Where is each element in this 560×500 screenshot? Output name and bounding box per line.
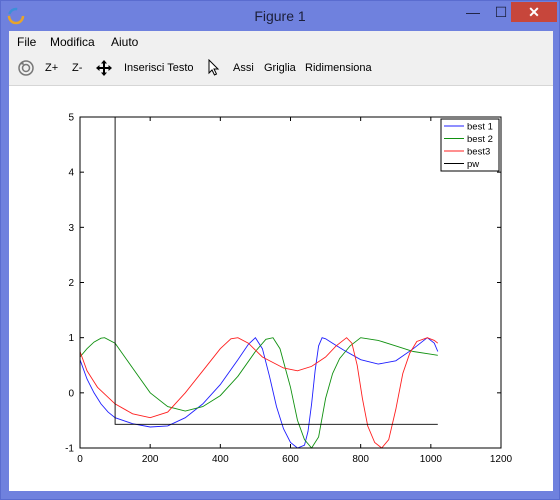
menu-modifica[interactable]: Modifica [50, 35, 95, 49]
y-tick-label: 2 [68, 278, 74, 289]
axes-button[interactable]: Assi [233, 62, 254, 74]
x-tick-label: 0 [77, 454, 83, 465]
toolbar: Z+ Z- Inserisci Testo Assi Griglia Ridim… [9, 53, 553, 86]
y-axis-ticks: -1 0 1 2 3 4 5 [65, 113, 501, 455]
pan-move-icon[interactable] [95, 59, 113, 77]
rotate-icon[interactable] [17, 59, 35, 77]
zoom-out-button[interactable]: Z- [72, 62, 82, 74]
x-tick-label: 1200 [490, 454, 513, 465]
series-line-best2 [79, 337, 438, 449]
legend-label-best2: best 2 [467, 134, 493, 145]
line-chart: 0 200 400 600 800 1000 1200 -1012345 best 1bes… [65, 113, 513, 466]
x-tick-label: 200 [142, 454, 159, 465]
x-tick-label: 1000 [420, 454, 443, 465]
insert-text-button[interactable]: Inserisci Testo [124, 62, 194, 74]
x-tick-label: 400 [212, 454, 229, 465]
title-bar[interactable]: Figure 1 — ☐ ✕ [1, 1, 559, 31]
legend-label-best3: best3 [467, 147, 490, 158]
y-tick-label: -1 [65, 444, 74, 455]
menu-aiuto[interactable]: Aiuto [111, 35, 138, 49]
legend: best 1best 2 best3pw [440, 118, 500, 172]
figure-window: Figure 1 — ☐ ✕ File Modifica Aiuto Z+ Z-… [0, 0, 560, 500]
x-tick-label: 800 [352, 454, 369, 465]
resize-button[interactable]: Ridimensiona [305, 62, 372, 74]
menu-file[interactable]: File [17, 35, 36, 49]
zoom-in-button[interactable]: Z+ [45, 62, 58, 74]
close-button[interactable]: ✕ [511, 2, 557, 22]
axes-box [79, 116, 502, 449]
legend-label-pw: pw [467, 159, 479, 170]
series-line-best3 [79, 337, 439, 449]
series-line-best1 [79, 336, 439, 449]
legend-label-best1: best 1 [467, 122, 493, 133]
y-tick-label: 4 [68, 168, 74, 179]
menu-bar: File Modifica Aiuto [9, 31, 553, 53]
grid-button[interactable]: Griglia [264, 62, 296, 74]
series-group [79, 117, 439, 449]
maximize-button[interactable]: ☐ [489, 2, 513, 22]
series-line-pw [114, 117, 438, 425]
x-tick-label: 600 [282, 454, 299, 465]
select-cursor-icon[interactable] [207, 59, 221, 77]
y-tick-label: 3 [68, 223, 74, 234]
y-tick-label: 5 [68, 113, 74, 124]
y-tick-label: 1 [68, 333, 74, 344]
y-tick-label: 0 [68, 388, 74, 399]
minimize-button[interactable]: — [461, 2, 485, 22]
plot-area: 0 200 400 600 800 1000 1200 -1 0 1 2 3 4 5 best 1 bes… [9, 86, 553, 491]
